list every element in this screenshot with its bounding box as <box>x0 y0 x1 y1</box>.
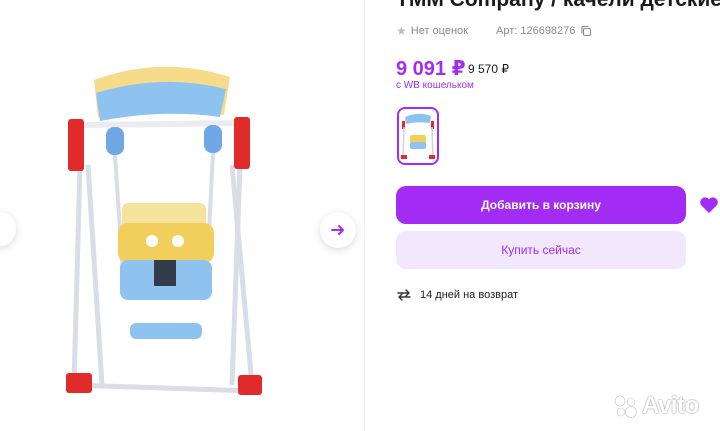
returns-text: 14 дней на возврат <box>420 289 518 301</box>
gallery-thumbnail[interactable] <box>397 107 439 165</box>
rating-text[interactable]: Нет оценок <box>411 25 468 37</box>
star-icon: ★ <box>396 24 407 38</box>
buy-now-button[interactable]: Купить сейчас <box>396 231 686 269</box>
copy-icon[interactable] <box>580 25 592 37</box>
article-label: Арт: 126698276 <box>495 25 576 37</box>
arrow-right-icon <box>331 225 344 235</box>
wallet-note[interactable]: с WB кошельком <box>396 80 474 91</box>
product-gallery <box>0 0 364 431</box>
panel-divider <box>364 0 365 431</box>
article-number[interactable]: Арт: 126698276 <box>496 25 592 37</box>
returns-info[interactable]: 14 дней на возврат <box>396 288 518 302</box>
product-meta: ★ Нет оценок Арт: 126698276 <box>396 24 592 38</box>
add-to-cart-button[interactable]: Добавить в корзину <box>396 186 686 224</box>
current-price: 9 091 ₽ <box>396 58 466 80</box>
return-arrows-icon <box>397 289 411 301</box>
gallery-next-button[interactable] <box>320 212 356 248</box>
avito-logo <box>614 395 637 418</box>
old-price: 9 570 ₽ <box>468 62 509 76</box>
gallery-prev-button[interactable] <box>0 212 16 246</box>
product-title: ТММ Company / качели детские ... <box>396 0 720 12</box>
avito-watermark: Avito <box>612 392 699 420</box>
product-image[interactable] <box>62 55 272 415</box>
watermark-text: Avito <box>642 392 699 419</box>
heart-icon[interactable] <box>699 196 719 214</box>
